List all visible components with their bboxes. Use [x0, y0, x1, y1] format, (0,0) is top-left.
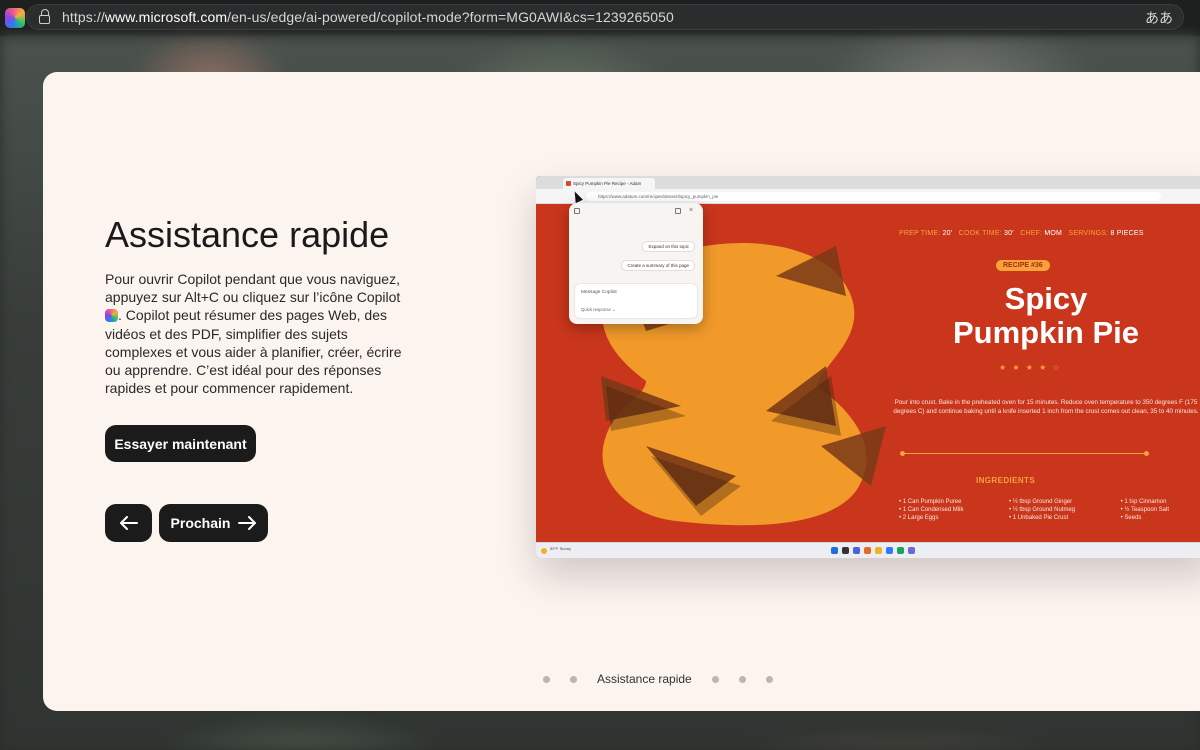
stat-value: MOM [1044, 230, 1063, 237]
suggestion-chip: Expand on this topic [642, 241, 695, 252]
address-bar[interactable]: https://www.microsoft.com/en-us/edge/ai-… [26, 4, 1184, 30]
browser-toolbar: https://www.microsoft.com/en-us/edge/ai-… [0, 0, 1200, 36]
ingredients-column: • ½ tbsp Ground Ginger • ½ tbsp Ground N… [1009, 498, 1075, 522]
input-placeholder: Message Copilot [581, 290, 617, 295]
feature-description: Pour ouvrir Copilot pendant que vous nav… [105, 271, 402, 397]
ingredient-item: • 1 Unbaked Pie Crust [1008, 515, 1069, 521]
demo-tab-bar: Spicy Pumpkin Pie Recipe - Adam [536, 176, 1200, 189]
ingredient-item: • Seeds [1120, 515, 1142, 521]
stat-value: 30' [1004, 230, 1014, 237]
demo-address-bar: https://www.adatum.com/recipes/dessert/s… [536, 189, 1200, 204]
stat-label: PREP TIME: [899, 230, 941, 237]
demo-screenshot: Spicy Pumpkin Pie Recipe - Adam https://… [536, 176, 1200, 558]
next-button-label: Prochain [170, 515, 231, 531]
taskbar-app-icon [842, 547, 849, 554]
feature-card: Assistance rapide Pour ouvrir Copilot pe… [43, 72, 1200, 711]
ingredient-item: • 1 Can Condensed Milk [899, 507, 964, 513]
pagination-dot[interactable] [738, 675, 746, 683]
lock-icon[interactable] [39, 8, 50, 24]
previous-button[interactable] [105, 504, 152, 542]
pagination-dot[interactable] [711, 675, 719, 683]
taskbar-app-icon [864, 547, 871, 554]
recipe-title: Spicy Pumpkin Pie [952, 281, 1140, 350]
recipe-badge: RECIPE #36 [996, 260, 1050, 271]
new-chat-icon [574, 208, 580, 214]
copilot-popup: × Expand on this topic Create a summary … [569, 203, 703, 324]
stat-label: CHEF: [1020, 230, 1043, 237]
ingredients-heading: INGREDIENTS [976, 476, 1036, 485]
ingredient-item: • ½ Teaspoon Salt [1120, 507, 1169, 513]
url-text[interactable]: https://www.microsoft.com/en-us/edge/ai-… [62, 9, 674, 25]
arrow-left-icon [119, 516, 138, 530]
taskbar-icons [831, 547, 915, 554]
ingredients-column: • 1 Can Pumpkin Puree • 1 Can Condensed … [899, 498, 963, 522]
divider [900, 451, 1149, 456]
ingredients-column: • 1 tsp Cinnamon • ½ Teaspoon Salt • See… [1121, 498, 1169, 522]
ingredient-item: • 2 Large Eggs [899, 515, 939, 521]
ingredient-item: • 1 tsp Cinnamon [1120, 499, 1167, 505]
stat-value: 8 PIECES [1110, 230, 1144, 237]
carousel-pagination: Assistance rapide [533, 672, 783, 686]
demo-tab: Spicy Pumpkin Pie Recipe - Adam [563, 178, 655, 189]
next-button[interactable]: Prochain [159, 504, 268, 542]
demo-url: https://www.adatum.com/recipes/dessert/s… [586, 192, 1161, 201]
taskbar-app-icon [831, 547, 838, 554]
pagination-active-label: Assistance rapide [597, 672, 692, 686]
copilot-icon [105, 309, 118, 323]
translate-icon[interactable]: ああ [1145, 8, 1173, 28]
demo-taskbar: 59°F Sunny [536, 542, 1200, 558]
ingredient-item: • ½ tbsp Ground Ginger [1008, 499, 1073, 505]
pagination-dot[interactable] [570, 675, 577, 683]
taskbar-app-icon [908, 547, 915, 554]
copilot-message-input: Message Copilot Quick response ⌄ [574, 283, 698, 319]
stat-value: 20' [942, 230, 953, 237]
taskbar-app-icon [853, 547, 860, 554]
ingredient-item: • ½ tbsp Ground Nutmeg [1008, 507, 1076, 513]
pagination-dot[interactable] [765, 675, 773, 683]
response-mode: Quick response ⌄ [581, 307, 616, 312]
ingredient-item: • 1 Can Pumpkin Puree [899, 499, 962, 505]
suggestion-chip: Create a summary of this page [621, 260, 695, 271]
recipe-stats: PREP TIME: 20' COOK TIME: 30' CHEF: MOM … [899, 230, 1144, 237]
ingredients-list: • 1 Can Pumpkin Puree • 1 Can Condensed … [899, 498, 1169, 522]
copilot-app-icon[interactable] [5, 8, 25, 28]
pagination-dot[interactable] [543, 675, 550, 683]
try-now-button[interactable]: Essayer maintenant [105, 425, 256, 462]
arrow-right-icon [238, 516, 257, 530]
taskbar-app-icon [886, 547, 893, 554]
taskbar-app-icon [875, 547, 882, 554]
recipe-rating-stars: ★ ★ ★ ★ ☆ [999, 363, 1062, 372]
expand-icon [675, 208, 681, 214]
recipe-instructions: Pour into crust. Bake in the preheated o… [893, 399, 1199, 415]
taskbar-app-icon [897, 547, 904, 554]
page-title: Assistance rapide [105, 214, 390, 255]
weather-widget: 59°F Sunny [541, 546, 571, 554]
stat-label: COOK TIME: [958, 230, 1002, 237]
stat-label: SERVINGS: [1068, 230, 1109, 237]
close-icon: × [689, 207, 694, 214]
